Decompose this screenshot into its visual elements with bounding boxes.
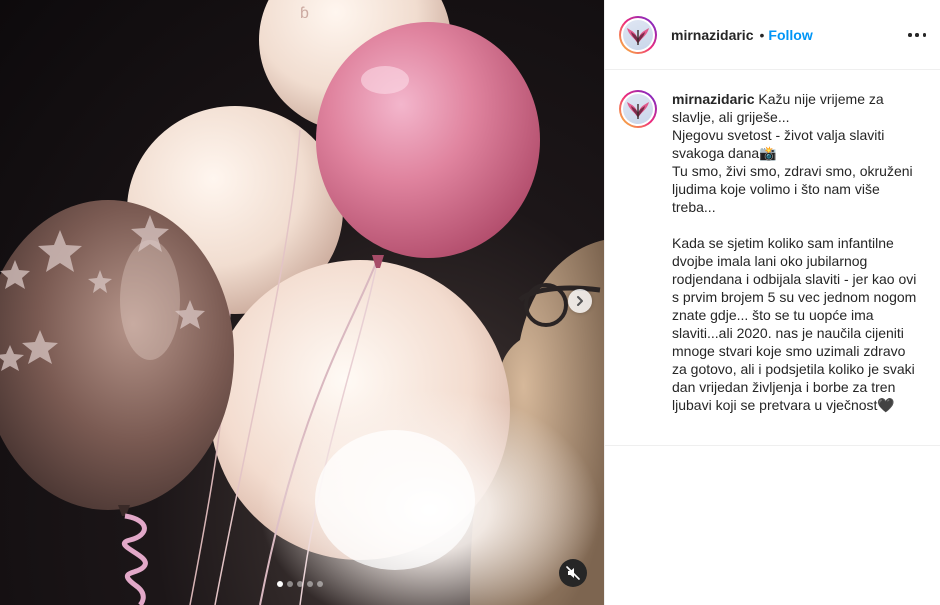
separator-dot: • <box>759 26 765 43</box>
post-media[interactable]: ɓ <box>0 0 604 605</box>
more-options-icon <box>908 33 912 37</box>
balloons-photo: ɓ <box>0 0 604 605</box>
carousel-indicator <box>277 581 323 587</box>
caption-avatar[interactable] <box>619 90 657 128</box>
more-options-icon-dot <box>922 33 926 37</box>
post-caption: mirnazidaric Kažu nije vrijeme za slavlj… <box>672 90 922 445</box>
caption-section: mirnazidaric Kažu nije vrijeme za slavlj… <box>605 70 940 446</box>
post-header: mirnazidaric • Follow <box>605 0 940 70</box>
more-options-icon-dot <box>915 33 919 37</box>
caption-line: Njegovu svetost - život valja slaviti sv… <box>672 127 885 161</box>
next-media-button[interactable] <box>568 289 592 313</box>
carousel-dot <box>307 581 313 587</box>
carousel-dot <box>287 581 293 587</box>
caption-line: Tu smo, živi smo, zdravi smo, okruženi l… <box>672 163 913 215</box>
more-options-button[interactable] <box>908 26 926 44</box>
avatar-wings-image <box>627 27 649 45</box>
chevron-right-icon <box>577 296 583 306</box>
carousel-dot <box>317 581 323 587</box>
carousel-dot <box>277 581 283 587</box>
post-author-username[interactable]: mirnazidaric <box>671 27 753 43</box>
svg-text:ɓ: ɓ <box>300 5 309 22</box>
post-side-panel: mirnazidaric • Follow mirnazidaric Kažu … <box>604 0 940 605</box>
caption-username[interactable]: mirnazidaric <box>672 91 754 107</box>
avatar[interactable] <box>619 15 657 54</box>
mute-toggle-button[interactable] <box>559 559 587 587</box>
follow-button[interactable]: Follow <box>768 27 812 43</box>
carousel-dot <box>297 581 303 587</box>
muted-speaker-icon <box>566 566 580 580</box>
avatar-wings-image <box>627 102 649 119</box>
caption-line: Kada se sjetim koliko sam infantilne dvo… <box>672 235 917 413</box>
